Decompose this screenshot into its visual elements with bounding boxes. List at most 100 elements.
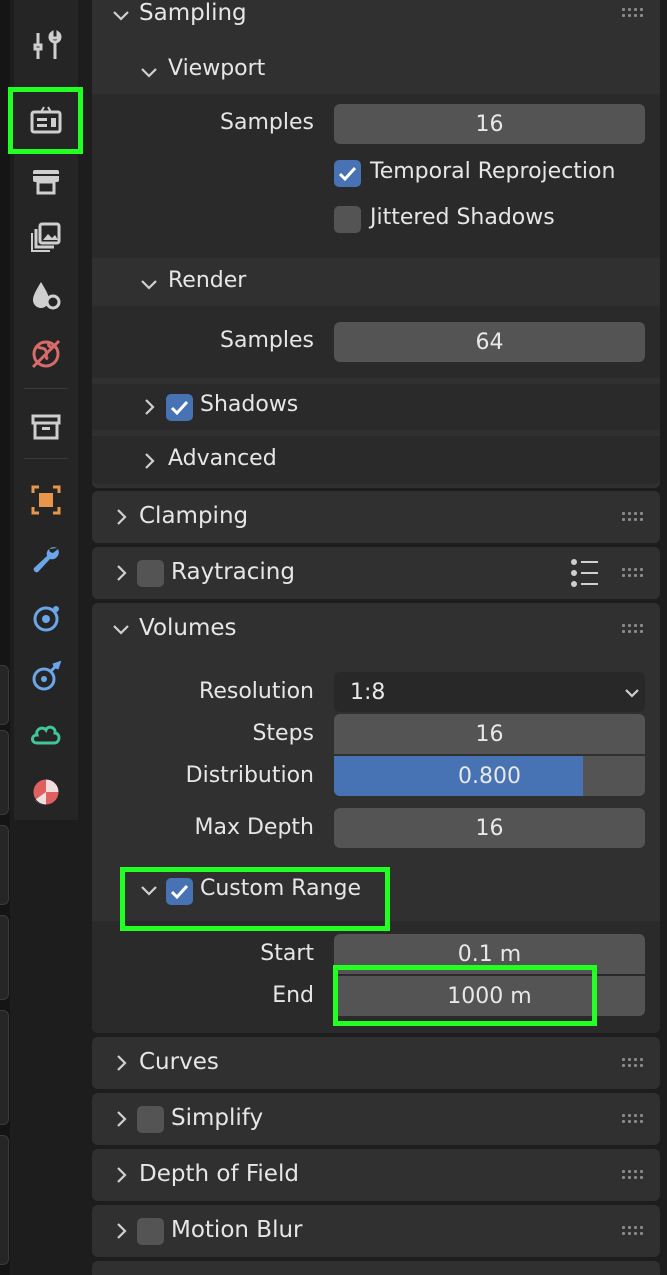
start-field[interactable]: 0.1 m <box>334 934 645 974</box>
subpanel-shadows-header[interactable]: Shadows <box>92 384 660 430</box>
tab-collection[interactable] <box>14 399 78 455</box>
custom-range-checkbox[interactable] <box>166 878 193 905</box>
drag-grip-icon[interactable] <box>622 566 650 580</box>
chevron-down-icon[interactable] <box>110 618 132 640</box>
chevron-right-icon[interactable] <box>110 1220 132 1242</box>
raytracing-checkbox[interactable] <box>137 560 164 587</box>
subpanel-title-advanced: Advanced <box>168 446 277 471</box>
chevron-down-icon[interactable] <box>138 61 160 83</box>
resolution-value: 1:8 <box>350 679 386 705</box>
tool-icon <box>33 29 62 59</box>
panel-depth-of-field[interactable]: Depth of Field <box>92 1149 660 1201</box>
tab-separator <box>24 458 68 459</box>
max-depth-field[interactable]: 16 <box>334 808 645 848</box>
end-label: End <box>272 983 314 1008</box>
tab-separator <box>24 388 68 389</box>
steps-label: Steps <box>252 721 314 746</box>
world-icon <box>31 339 61 369</box>
tab-object[interactable] <box>14 472 78 528</box>
resolution-label: Resolution <box>199 679 314 704</box>
panel-curves[interactable]: Curves <box>92 1037 660 1089</box>
tab-tool[interactable] <box>14 18 78 74</box>
panel-clamping[interactable]: Clamping <box>92 491 660 543</box>
samples-label: Samples <box>220 110 314 135</box>
drag-grip-icon[interactable] <box>622 6 650 20</box>
checkmark-icon <box>170 884 189 900</box>
tab-scene[interactable] <box>14 267 78 323</box>
physics-icon <box>32 660 62 691</box>
panel-title-curves: Curves <box>139 1049 219 1075</box>
edge-tab[interactable] <box>0 1135 9 1265</box>
printer-icon <box>33 170 59 195</box>
chevron-right-icon[interactable] <box>110 1108 132 1130</box>
tab-particles[interactable] <box>14 590 78 646</box>
edge-tab[interactable] <box>0 730 9 815</box>
chevron-down-icon[interactable] <box>110 4 132 26</box>
motion-blur-checkbox[interactable] <box>137 1218 164 1245</box>
subpanel-advanced-header[interactable]: Advanced <box>92 436 660 484</box>
shadows-checkbox[interactable] <box>166 394 193 421</box>
chevron-down-icon[interactable] <box>138 273 160 295</box>
edge-tab[interactable] <box>0 665 9 725</box>
tab-physics[interactable] <box>14 648 78 704</box>
checkmark-icon <box>338 166 357 182</box>
panel-next[interactable] <box>92 1261 660 1275</box>
subpanel-custom-range-header[interactable]: Custom Range <box>92 865 660 917</box>
distribution-slider[interactable]: 0.800 <box>334 756 645 796</box>
panel-sampling: Sampling Viewport Samples 16 Temporal Re… <box>92 0 660 488</box>
resolution-dropdown[interactable]: 1:8 <box>334 672 645 712</box>
chevron-down-icon[interactable] <box>138 879 160 901</box>
panel-title-motion-blur: Motion Blur <box>171 1217 303 1243</box>
chevron-right-icon[interactable] <box>110 506 132 528</box>
samples-label: Samples <box>220 328 314 353</box>
subpanel-render-header[interactable]: Render <box>92 262 660 306</box>
collection-icon <box>31 414 61 440</box>
steps-field[interactable]: 16 <box>334 714 645 754</box>
max-depth-label: Max Depth <box>194 815 315 840</box>
chevron-right-icon[interactable] <box>110 562 132 584</box>
edge-tab[interactable] <box>0 1010 9 1125</box>
drag-grip-icon[interactable] <box>622 1224 650 1238</box>
subpanel-title-shadows: Shadows <box>200 392 299 417</box>
panel-title-depth-of-field: Depth of Field <box>139 1161 299 1187</box>
drag-grip-icon[interactable] <box>622 1056 650 1070</box>
chevron-down-icon <box>625 689 639 698</box>
panel-simplify[interactable]: Simplify <box>92 1093 660 1145</box>
temporal-reprojection-label[interactable]: Temporal Reprojection <box>370 159 615 184</box>
wrench-icon <box>33 547 59 573</box>
render-samples-field[interactable]: 64 <box>334 322 645 362</box>
temporal-reprojection-checkbox[interactable] <box>334 160 361 187</box>
chevron-right-icon[interactable] <box>110 1052 132 1074</box>
particles-icon <box>33 606 59 632</box>
presets-list-icon[interactable] <box>568 557 602 589</box>
jittered-shadows-label[interactable]: Jittered Shadows <box>370 205 555 230</box>
panel-raytracing[interactable]: Raytracing <box>92 547 660 599</box>
drag-grip-icon[interactable] <box>622 1112 650 1126</box>
tab-world[interactable] <box>14 326 78 382</box>
panel-title-volumes[interactable]: Volumes <box>139 615 237 641</box>
panel-motion-blur[interactable]: Motion Blur <box>92 1205 660 1257</box>
subpanel-title-custom-range: Custom Range <box>200 876 362 901</box>
panel-title-simplify: Simplify <box>171 1105 264 1131</box>
edge-tab[interactable] <box>0 915 9 1000</box>
tab-modifier[interactable] <box>14 531 78 587</box>
chevron-right-icon[interactable] <box>138 396 160 418</box>
panel-title-clamping: Clamping <box>139 503 249 529</box>
tab-render[interactable] <box>14 93 78 149</box>
drag-grip-icon[interactable] <box>622 622 650 636</box>
end-field[interactable]: 1000 m <box>334 976 645 1016</box>
viewport-samples-field[interactable]: 16 <box>334 104 645 144</box>
tab-view-layer[interactable] <box>14 209 78 265</box>
edge-tab[interactable] <box>0 825 9 905</box>
drag-grip-icon[interactable] <box>622 510 650 524</box>
chevron-right-icon[interactable] <box>110 1164 132 1186</box>
jittered-shadows-checkbox[interactable] <box>334 206 361 233</box>
subpanel-viewport-header[interactable]: Viewport <box>92 50 660 94</box>
panel-title-sampling[interactable]: Sampling <box>139 0 247 26</box>
tab-object-data[interactable] <box>14 706 78 762</box>
tab-material[interactable] <box>14 764 78 820</box>
simplify-checkbox[interactable] <box>137 1106 164 1133</box>
drag-grip-icon[interactable] <box>622 1168 650 1182</box>
chevron-right-icon[interactable] <box>138 450 160 472</box>
tab-output[interactable] <box>14 152 78 208</box>
